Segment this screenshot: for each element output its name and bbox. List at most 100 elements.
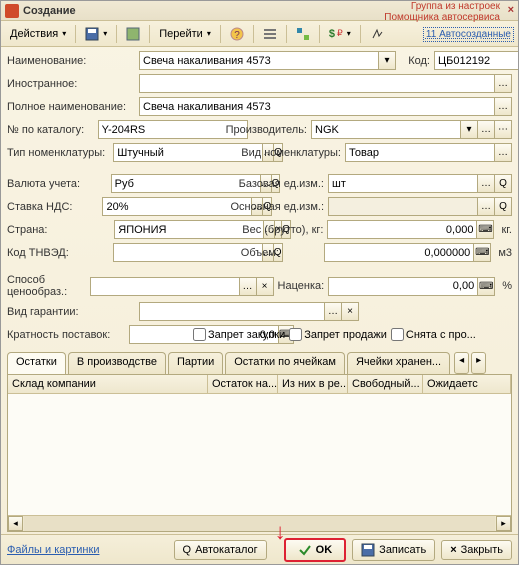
col-free[interactable]: Свободный...	[348, 375, 423, 393]
tab-stock[interactable]: Остатки	[7, 352, 66, 374]
baseunit-open[interactable]: Q	[495, 174, 512, 193]
markup-calc[interactable]: ⌨	[478, 277, 495, 296]
maker-clear[interactable]: ▾	[461, 120, 478, 139]
label-vat: Ставка НДС:	[7, 201, 98, 213]
svg-text:?: ?	[234, 30, 240, 41]
save-dropdown-button[interactable]	[80, 24, 112, 44]
toolbar: Действия Перейти ? $₽ 11 Автосозданные	[1, 21, 518, 47]
label-warranty: Вид гарантии:	[7, 306, 135, 318]
forbid-sell-check[interactable]: Запрет продажи	[289, 328, 387, 341]
pricing-more[interactable]: …	[240, 277, 257, 296]
fullname-input[interactable]	[139, 97, 495, 116]
weight-input[interactable]	[327, 220, 477, 239]
label-country: Страна:	[7, 224, 110, 236]
forbid-buy-check[interactable]: Запрет закупки	[193, 328, 285, 341]
markup-unit: %	[502, 280, 512, 292]
help-button[interactable]: ?	[225, 24, 249, 44]
name-dropdown[interactable]: ▾	[379, 51, 396, 70]
tab-cells[interactable]: Остатки по ячейкам	[225, 352, 345, 374]
search-icon: Q	[183, 544, 192, 556]
pricing-input[interactable]	[90, 277, 240, 296]
warranty-clear[interactable]: ×	[342, 302, 359, 321]
tab-batches[interactable]: Партии	[168, 352, 223, 374]
grid-body[interactable]	[8, 394, 511, 515]
volume-unit: м3	[498, 247, 512, 259]
maker-open[interactable]: ⋯	[495, 120, 512, 139]
mainunit-open[interactable]: Q	[495, 197, 512, 216]
label-foreign: Иностранное:	[7, 78, 135, 90]
banner: Группа из настроекПомощника автосервиса	[384, 1, 500, 23]
volume-calc[interactable]: ⌨	[474, 243, 491, 262]
nomkind-more[interactable]: …	[495, 143, 512, 162]
foreign-input[interactable]	[139, 74, 495, 93]
label-mainunit: Основная ед.изм.:	[230, 201, 324, 213]
close-button[interactable]: × Закрыть	[441, 540, 512, 560]
window-title: Создание	[23, 5, 76, 17]
stock-grid: Склад компании Остаток на... Из них в ре…	[7, 374, 512, 532]
dollar-icon: $	[329, 28, 335, 40]
hscroll-left[interactable]: ◂	[8, 516, 23, 531]
tree-button[interactable]	[291, 24, 315, 44]
hscroll-track[interactable]	[24, 516, 495, 531]
removed-check[interactable]: Снята с про...	[391, 328, 476, 341]
foreign-more[interactable]: …	[495, 74, 512, 93]
files-link[interactable]: Файлы и картинки	[7, 544, 99, 556]
name-input[interactable]	[139, 51, 379, 70]
label-baseunit: Базовая ед.изм.:	[239, 178, 324, 190]
maker-more[interactable]: …	[478, 120, 495, 139]
autocatalog-button[interactable]: Q Автокаталог	[174, 540, 267, 560]
label-pricing: Способ ценообраз.:	[7, 274, 86, 298]
baseunit-input[interactable]	[328, 174, 478, 193]
list-icon	[263, 27, 277, 41]
tab-scroll-right[interactable]: ▸	[471, 352, 486, 374]
mainunit-more[interactable]: …	[478, 197, 495, 216]
misc-button[interactable]	[365, 24, 389, 44]
col-reserved[interactable]: Из них в ре...	[278, 375, 348, 393]
close-icon[interactable]: ×	[508, 4, 514, 16]
pricing-clear[interactable]: ×	[257, 277, 274, 296]
save-button[interactable]: Записать	[352, 539, 435, 561]
bottom-bar: Файлы и картинки Q Автокаталог ↓ OK Запи…	[1, 534, 518, 564]
label-fullname: Полное наименование:	[7, 101, 135, 113]
maker-input[interactable]	[311, 120, 461, 139]
titlebar: Создание Группа из настроекПомощника авт…	[1, 1, 518, 21]
label-volume: Объем:	[241, 247, 321, 259]
tab-storage[interactable]: Ячейки хранен...	[347, 352, 450, 374]
label-multiplicity: Кратность поставок:	[7, 329, 125, 341]
tab-scroll-left[interactable]: ◂	[454, 352, 469, 374]
ok-button[interactable]: OK	[284, 538, 347, 562]
actions-menu[interactable]: Действия	[5, 25, 71, 43]
mainunit-input	[328, 197, 478, 216]
hscroll-right[interactable]: ▸	[496, 516, 511, 531]
volume-input[interactable]	[324, 243, 474, 262]
price-button[interactable]: $₽	[324, 25, 356, 43]
baseunit-more[interactable]: …	[478, 174, 495, 193]
goto-menu[interactable]: Перейти	[154, 25, 216, 43]
warranty-input[interactable]	[139, 302, 325, 321]
col-stock[interactable]: Остаток на...	[208, 375, 278, 393]
list-button[interactable]	[258, 24, 282, 44]
weight-calc[interactable]: ⌨	[477, 220, 494, 239]
fullname-more[interactable]: …	[495, 97, 512, 116]
markup-input[interactable]	[328, 277, 478, 296]
tabs: Остатки В производстве Партии Остатки по…	[7, 352, 512, 374]
warranty-more[interactable]: …	[325, 302, 342, 321]
label-maker: Производитель:	[226, 124, 307, 136]
col-warehouse[interactable]: Склад компании	[8, 375, 208, 393]
nomkind-input[interactable]	[345, 143, 495, 162]
label-code: Код:	[400, 55, 430, 67]
weight-unit: кг.	[501, 224, 512, 236]
help-icon: ?	[230, 27, 244, 41]
autocreated-link[interactable]: 11 Автосозданные	[423, 27, 514, 42]
misc-icon	[370, 27, 384, 41]
code-input[interactable]	[434, 51, 518, 70]
close-icon: ×	[450, 544, 456, 556]
label-nomtype: Тип номенклатуры:	[7, 147, 109, 159]
form-button[interactable]	[121, 24, 145, 44]
label-tnved: Код ТНВЭД:	[7, 247, 109, 259]
tab-production[interactable]: В производстве	[68, 352, 166, 374]
label-currency: Валюта учета:	[7, 178, 107, 190]
label-weight: Вес (брутто), кг:	[242, 224, 323, 236]
tree-icon	[296, 27, 310, 41]
col-expected[interactable]: Ожидаетс	[423, 375, 511, 393]
